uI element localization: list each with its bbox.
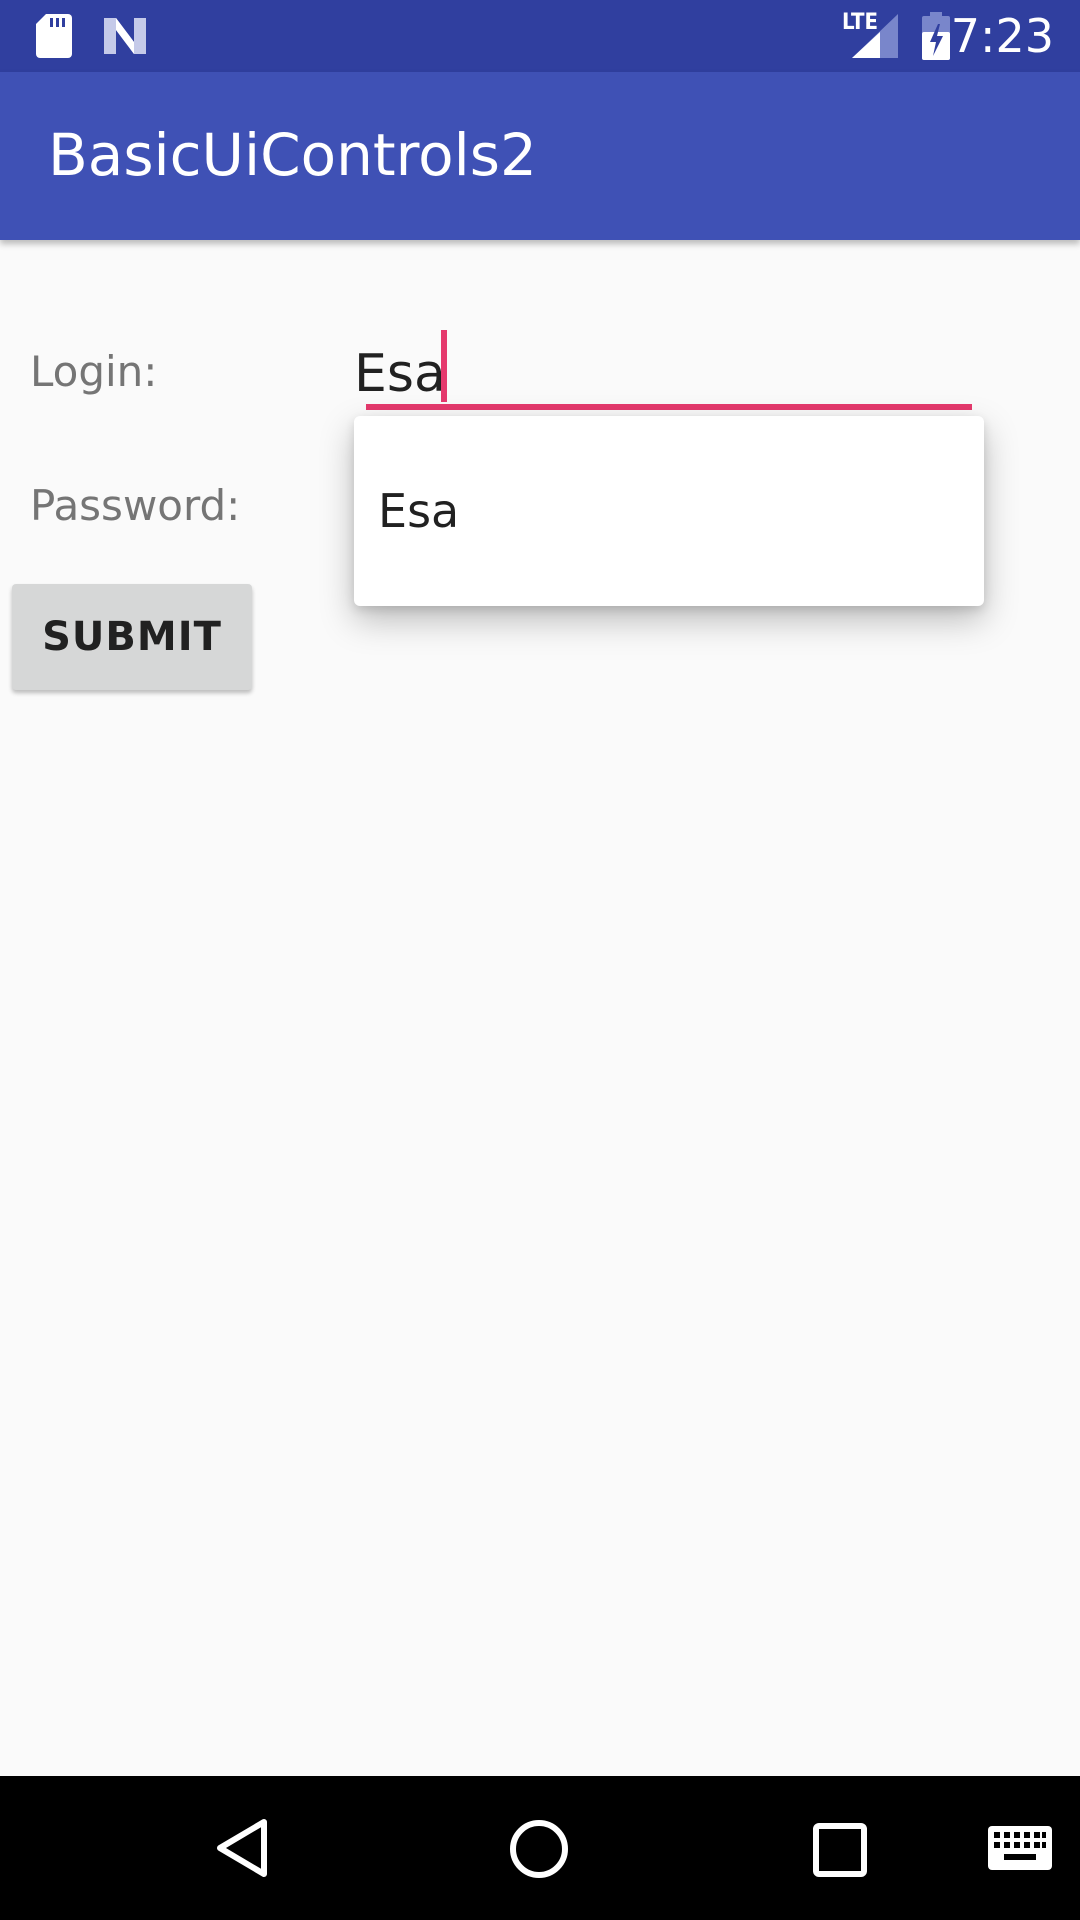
login-input[interactable]: Esa [354, 336, 974, 426]
login-input-value: Esa [354, 344, 446, 404]
status-time: 7:23 [950, 9, 1054, 63]
navigation-bar [0, 1776, 1080, 1920]
status-bar: LTE 7:23 [0, 0, 1080, 72]
form-content: Login: Esa Password: SUBMIT Esa [0, 240, 1080, 1776]
password-label: Password: [30, 481, 241, 530]
android-n-icon [104, 18, 146, 54]
keyboard-icon[interactable] [988, 1826, 1052, 1870]
back-icon[interactable] [212, 1816, 272, 1880]
text-cursor [441, 330, 447, 402]
app-bar: BasicUiControls2 [0, 72, 1080, 240]
autocomplete-dropdown: Esa [354, 416, 984, 606]
app-title: BasicUiControls2 [48, 121, 537, 189]
sd-card-icon [36, 14, 72, 58]
login-input-underline [366, 404, 972, 410]
login-label: Login: [30, 347, 158, 396]
submit-button[interactable]: SUBMIT [12, 584, 252, 690]
recents-icon[interactable] [812, 1822, 868, 1878]
home-icon[interactable] [508, 1818, 570, 1880]
autocomplete-suggestion[interactable]: Esa [378, 476, 459, 546]
lte-signal-icon [852, 14, 898, 58]
battery-charging-icon [922, 12, 950, 60]
